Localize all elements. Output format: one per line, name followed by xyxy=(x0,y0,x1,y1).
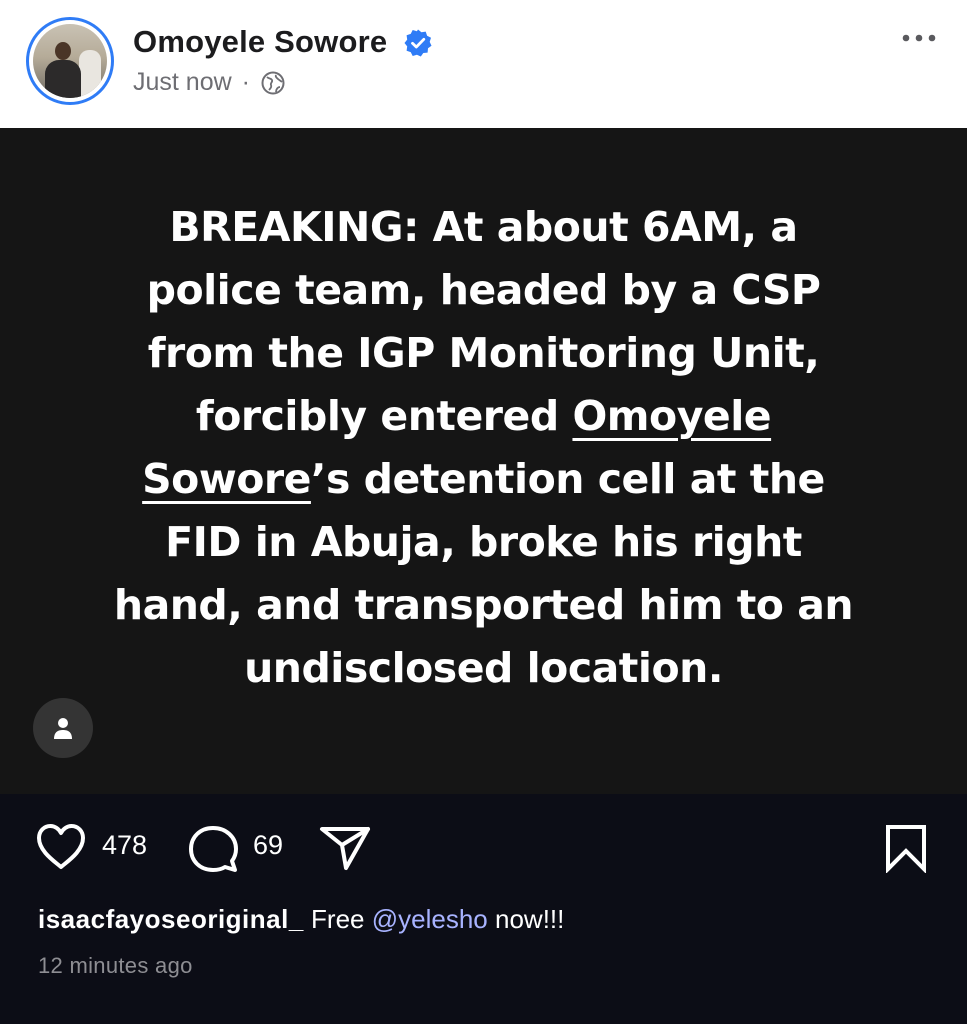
caption: isaacfayoseoriginal_ Free @yelesho now!!… xyxy=(38,904,564,935)
post-text-line: BREAKING: At about 6AM, a xyxy=(169,203,798,251)
avatar-photo xyxy=(33,24,107,98)
comment-icon[interactable] xyxy=(187,823,239,875)
post-text-line: police team, headed by a CSP xyxy=(146,266,821,314)
mention-sowore: Sowore xyxy=(142,455,311,503)
post-text-line: from the IGP Monitoring Unit, xyxy=(147,329,820,377)
post-image[interactable]: BREAKING: At about 6AM, a police team, h… xyxy=(0,128,967,794)
post-text-line: hand, and transported him to an xyxy=(113,581,854,629)
more-options-icon[interactable] xyxy=(901,30,937,46)
post-header: Omoyele Sowore Just now · xyxy=(0,0,967,128)
caption-mention[interactable]: @yelesho xyxy=(372,904,488,934)
mention-omoyele: Omoyele xyxy=(572,392,772,440)
user-tag-button[interactable] xyxy=(33,698,93,758)
post-actions: 478 69 isaacfayoseoriginal_ Free @yelesh… xyxy=(0,794,967,1024)
heart-icon[interactable] xyxy=(34,822,88,872)
caption-username[interactable]: isaacfayoseoriginal_ xyxy=(38,904,304,934)
verified-badge-icon xyxy=(404,29,432,57)
post-text-line: FID in Abuja, broke his right xyxy=(165,518,802,566)
comment-count: 69 xyxy=(253,830,284,860)
meta-separator: · xyxy=(241,68,250,96)
post-time: Just now xyxy=(133,68,232,96)
user-tag-icon xyxy=(54,718,72,739)
caption-text-end: now!!! xyxy=(495,904,565,934)
globe-icon xyxy=(261,71,285,94)
avatar[interactable] xyxy=(26,17,114,105)
post-text-line: Sowore’s detention cell at the xyxy=(142,455,825,503)
post-text-line: undisclosed location. xyxy=(244,644,723,692)
post-timestamp: 12 minutes ago xyxy=(38,953,193,978)
user-name[interactable]: Omoyele Sowore xyxy=(133,24,387,60)
like-count: 478 xyxy=(102,830,148,860)
caption-text: Free xyxy=(311,904,365,934)
share-icon[interactable] xyxy=(318,824,372,872)
post-text: BREAKING: At about 6AM, a police team, h… xyxy=(40,196,927,700)
post-text-line: forcibly entered Omoyele xyxy=(195,392,772,440)
post-meta: Just now · xyxy=(133,68,286,97)
bookmark-icon[interactable] xyxy=(882,823,930,873)
